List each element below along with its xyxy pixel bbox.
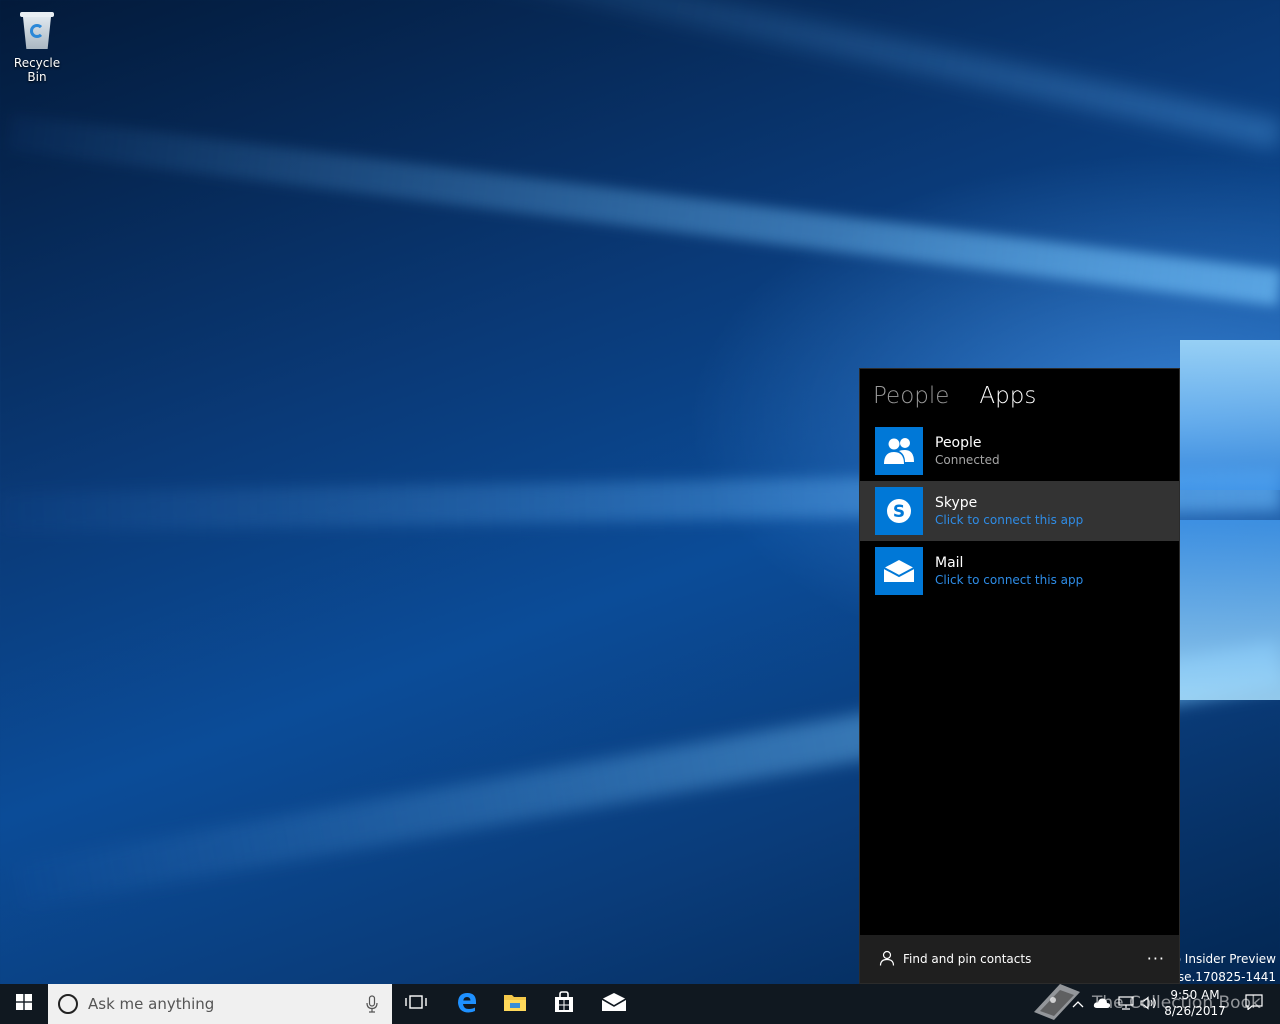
more-options-button[interactable]: ···: [1147, 949, 1165, 968]
notification-icon: [1245, 994, 1263, 1014]
volume-tray-button[interactable]: [1138, 984, 1160, 1024]
connect-app-link[interactable]: Click to connect this app: [935, 572, 1083, 589]
microphone-icon[interactable]: [366, 995, 378, 1017]
folder-icon: [503, 992, 527, 1016]
task-view-button[interactable]: [392, 984, 440, 1024]
tab-apps[interactable]: Apps: [979, 383, 1036, 409]
app-list: People Connected S Skype Click to connec…: [860, 421, 1179, 601]
flyout-tabs: People Apps: [873, 383, 1036, 409]
clock-time: 9:50 AM: [1170, 988, 1220, 1002]
mail-icon: [601, 992, 627, 1016]
taskbar-clock[interactable]: 9:50 AM 8/26/2017: [1158, 987, 1232, 1019]
skype-icon: S: [875, 487, 923, 535]
show-hidden-icons-button[interactable]: [1066, 984, 1090, 1024]
app-name: Mail: [935, 554, 964, 571]
find-and-pin-contacts-button[interactable]: Find and pin contacts: [879, 950, 1031, 969]
people-flyout: People Apps People Connected S Skype Cli…: [859, 368, 1180, 984]
app-row-people[interactable]: People Connected: [860, 421, 1179, 481]
person-icon: [879, 950, 895, 969]
app-row-skype[interactable]: S Skype Click to connect this app: [860, 481, 1179, 541]
wallpaper-beam: [7, 114, 1280, 306]
app-row-mail[interactable]: Mail Click to connect this app: [860, 541, 1179, 601]
store-bag-icon: [553, 991, 575, 1017]
desktop-icon-recycle-bin[interactable]: Recycle Bin: [4, 6, 70, 84]
chevron-up-icon: [1072, 997, 1084, 1011]
wallpaper-window-logo: [1180, 520, 1280, 700]
mail-icon: [875, 547, 923, 595]
desktop-icon-label: Recycle Bin: [13, 56, 61, 84]
search-placeholder: Ask me anything: [88, 995, 215, 1013]
onedrive-tray-button[interactable]: [1090, 984, 1114, 1024]
find-and-pin-label: Find and pin contacts: [903, 952, 1032, 966]
app-name: People: [935, 434, 982, 451]
edge-button[interactable]: [443, 984, 491, 1024]
connect-app-link[interactable]: Click to connect this app: [935, 512, 1083, 529]
store-button[interactable]: [540, 984, 588, 1024]
app-status: Connected: [935, 452, 1000, 467]
recycle-bin-icon: [18, 8, 56, 52]
start-button[interactable]: [0, 984, 48, 1024]
task-view-icon: [405, 994, 427, 1014]
file-explorer-button[interactable]: [491, 984, 539, 1024]
network-icon: [1118, 995, 1134, 1013]
people-icon: [875, 427, 923, 475]
edge-icon: [455, 990, 479, 1018]
wallpaper-beam: [220, 0, 1280, 150]
svg-text:S: S: [893, 502, 905, 522]
build-watermark: Pro Insider Preview elease.170825-1441: [1180, 950, 1280, 986]
network-tray-button[interactable]: [1114, 984, 1138, 1024]
taskbar: Ask me anything 9:50 AM 8/26/2017: [0, 984, 1280, 1024]
app-name: Skype: [935, 494, 978, 511]
windows-logo-icon: [16, 994, 32, 1014]
cloud-icon: [1093, 997, 1111, 1012]
cortana-icon: [58, 994, 78, 1014]
watermark-line-edition: Pro Insider Preview: [1180, 952, 1276, 966]
tab-people[interactable]: People: [873, 383, 949, 409]
clock-date: 8/26/2017: [1164, 1004, 1226, 1018]
action-center-button[interactable]: [1234, 984, 1274, 1024]
speaker-icon: [1140, 995, 1158, 1013]
wallpaper-window-logo: [1180, 340, 1280, 490]
search-box[interactable]: Ask me anything: [48, 984, 392, 1024]
mail-taskbar-button[interactable]: [590, 984, 638, 1024]
flyout-footer: Find and pin contacts ···: [860, 935, 1179, 983]
